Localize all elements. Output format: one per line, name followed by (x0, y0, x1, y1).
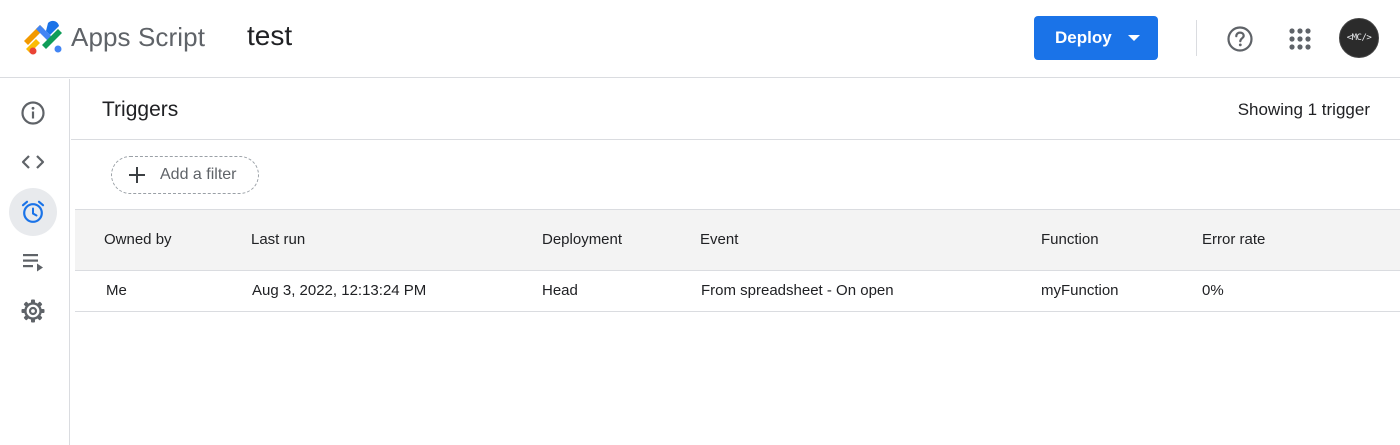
table-header-row: Owned by Last run Deployment Event Funct… (75, 209, 1400, 271)
column-header-function[interactable]: Function (1041, 231, 1099, 248)
app-name: Apps Script (71, 22, 206, 52)
sidebar-nav (0, 79, 70, 445)
cell-error-rate: 0% (1202, 282, 1224, 299)
page-title: Triggers (102, 98, 179, 121)
header-divider (1196, 20, 1197, 56)
column-header-event[interactable]: Event (700, 231, 738, 248)
cell-deployment: Head (542, 282, 578, 299)
column-header-error-rate[interactable]: Error rate (1202, 231, 1265, 248)
column-header-last-run[interactable]: Last run (251, 231, 305, 248)
sidebar-item-overview[interactable] (9, 89, 57, 137)
sidebar-item-executions[interactable] (9, 238, 57, 286)
help-icon[interactable] (1226, 25, 1254, 53)
plus-icon (129, 167, 145, 183)
cell-event: From spreadsheet - On open (701, 282, 894, 299)
gear-icon (21, 299, 45, 323)
cell-owned-by: Me (106, 282, 127, 299)
add-filter-label: Add a filter (160, 166, 237, 183)
table-row[interactable]: Me Aug 3, 2022, 12:13:24 PM Head From sp… (75, 271, 1400, 312)
sidebar-item-settings[interactable] (9, 287, 57, 335)
project-name[interactable]: test (247, 20, 292, 52)
avatar-text: <MC/> (1346, 33, 1372, 43)
deploy-button[interactable]: Deploy (1034, 16, 1158, 60)
cell-last-run: Aug 3, 2022, 12:13:24 PM (252, 282, 427, 299)
page-header: Triggers Showing 1 trigger (71, 79, 1400, 140)
add-filter-button[interactable]: Add a filter (111, 156, 259, 194)
apps-script-logo-icon[interactable] (22, 19, 66, 57)
sidebar-item-triggers[interactable] (9, 188, 57, 236)
account-avatar[interactable]: <MC/> (1339, 18, 1379, 58)
caret-down-icon[interactable] (1128, 35, 1140, 41)
triggers-page: Triggers Showing 1 trigger Add a filter … (71, 79, 1400, 445)
top-app-bar: Apps Script test Deploy <MC/> (0, 0, 1400, 78)
trigger-count: Showing 1 trigger (1237, 100, 1370, 119)
cell-function: myFunction (1041, 282, 1119, 299)
deploy-button-label: Deploy (1055, 28, 1112, 47)
alarm-clock-icon (21, 200, 45, 223)
code-icon (21, 155, 45, 169)
playlist-play-icon (23, 254, 43, 272)
column-header-owned-by[interactable]: Owned by (104, 231, 172, 248)
info-icon (21, 101, 45, 125)
sidebar-item-editor[interactable] (9, 138, 57, 186)
column-header-deployment[interactable]: Deployment (542, 231, 622, 248)
google-apps-grid-icon[interactable] (1288, 27, 1312, 51)
triggers-table: Owned by Last run Deployment Event Funct… (75, 209, 1400, 312)
